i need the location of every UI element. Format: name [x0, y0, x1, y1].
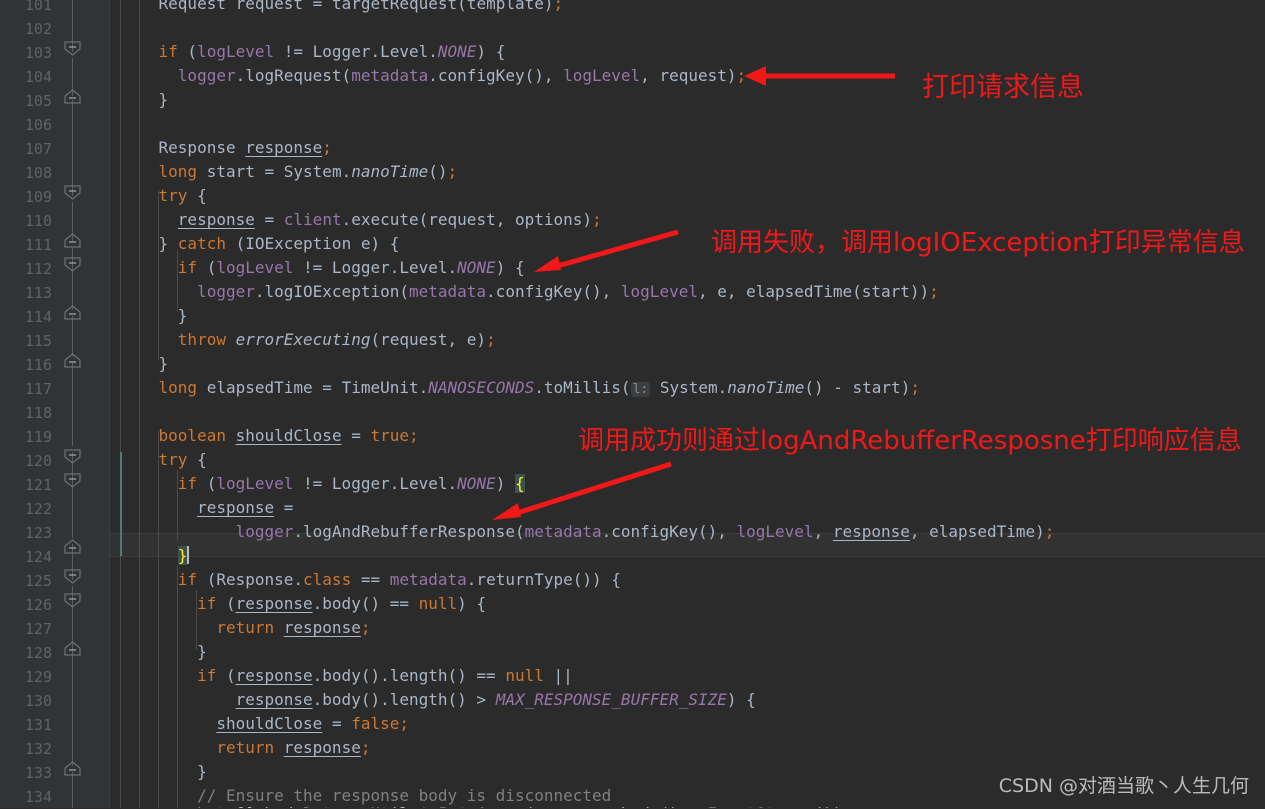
code-line[interactable]: if (response.body().length() == null || [110, 664, 1265, 688]
code-line[interactable]: logger.logIOException(metadata.configKey… [110, 280, 1265, 304]
line-number: 105 [24, 92, 52, 110]
line-number: 114 [24, 308, 52, 326]
code-line[interactable]: if (Response.class == metadata.returnTyp… [110, 568, 1265, 592]
line-number: 128 [24, 644, 52, 662]
code-line[interactable] [110, 16, 1265, 40]
fold-collapse-icon[interactable] [64, 185, 81, 200]
fold-collapse-icon[interactable] [64, 569, 81, 584]
code-line[interactable]: long start = System.nanoTime(); [110, 160, 1265, 184]
line-number: 107 [24, 140, 52, 158]
code-line[interactable]: response = [110, 496, 1265, 520]
matching-brace-highlight: } [177, 546, 188, 565]
code-fold-rail [72, 586, 73, 766]
code-line[interactable]: if (logLevel != Logger.Level.NONE) { [110, 40, 1265, 64]
line-number: 113 [24, 284, 52, 302]
line-number: 112 [24, 260, 52, 278]
annotation-text-2: 调用失败，调用logIOException打印异常信息 [711, 228, 1245, 258]
fold-collapse-icon[interactable] [64, 257, 81, 272]
line-number: 120 [24, 452, 52, 470]
line-number: 132 [24, 740, 52, 758]
line-number: 111 [24, 236, 52, 254]
annotation-text-3: 调用成功则通过logAndRebufferResposne打印响应信息 [578, 426, 1242, 456]
line-number: 118 [24, 404, 52, 422]
fold-end-icon[interactable] [64, 305, 81, 320]
line-number: 106 [24, 116, 52, 134]
fold-end-icon[interactable] [64, 89, 81, 104]
code-line[interactable]: return response; [110, 736, 1265, 760]
code-line[interactable]: response.body().length() > MAX_RESPONSE_… [110, 688, 1265, 712]
line-number: 122 [24, 500, 52, 518]
code-editor-screenshot: 101 102 103 104 105 106 107 108 109 110 … [0, 0, 1265, 808]
code-fold-rail [72, 316, 73, 356]
code-line[interactable]: try { [110, 184, 1265, 208]
code-line[interactable]: logger.logRequest(metadata.configKey(), … [110, 64, 1265, 88]
matching-brace-highlight: { [514, 474, 525, 493]
line-number: 108 [24, 164, 52, 182]
line-number: 134 [24, 788, 52, 806]
code-line[interactable]: return response; [110, 616, 1265, 640]
code-line[interactable]: if (response.body() == null) { [110, 592, 1265, 616]
fold-collapse-icon[interactable] [64, 593, 81, 608]
line-number: 101 [24, 0, 52, 14]
fold-end-icon[interactable] [64, 353, 81, 368]
code-line[interactable]: long elapsedTime = TimeUnit.NANOSECONDS.… [110, 376, 1265, 400]
fold-collapse-icon[interactable] [64, 449, 81, 464]
code-line[interactable]: } [110, 640, 1265, 664]
line-number: 130 [24, 692, 52, 710]
line-number: 102 [24, 20, 52, 38]
code-line[interactable]: } [110, 544, 1265, 568]
code-line[interactable]: logger.logAndRebufferResponse(metadata.c… [110, 520, 1265, 544]
line-number: 116 [24, 356, 52, 374]
code-fold-rail [72, 452, 73, 538]
csdn-watermark: CSDN @对酒当歌丶人生几何 [998, 775, 1249, 797]
fold-end-icon[interactable] [64, 233, 81, 248]
line-number: 125 [24, 572, 52, 590]
code-line[interactable]: } [110, 352, 1265, 376]
line-number: 109 [24, 188, 52, 206]
line-number: 129 [24, 668, 52, 686]
line-number: 124 [24, 548, 52, 566]
code-line[interactable]: if (logLevel != Logger.Level.NONE) { [110, 256, 1265, 280]
line-number: 104 [24, 68, 52, 86]
line-number: 117 [24, 380, 52, 398]
line-number: 121 [24, 476, 52, 494]
code-line[interactable]: } [110, 304, 1265, 328]
active-indent-guide [120, 452, 122, 556]
line-number: 133 [24, 764, 52, 782]
line-number: 115 [24, 332, 52, 350]
line-number: 103 [24, 44, 52, 62]
code-line[interactable]: throw errorExecuting(request, e); [110, 328, 1265, 352]
line-number: 123 [24, 524, 52, 542]
fold-end-icon[interactable] [64, 539, 81, 554]
code-line[interactable]: } [110, 88, 1265, 112]
inlay-hint: l: [630, 382, 651, 397]
code-line[interactable]: Request request = targetRequest(template… [110, 0, 1265, 16]
line-number: 131 [24, 716, 52, 734]
line-number: 119 [24, 428, 52, 446]
code-line[interactable]: byte[] bodyData = Util.toByteArray(respo… [110, 802, 1265, 808]
code-content-area[interactable]: Request request = targetRequest(template… [110, 0, 1265, 808]
line-number: 126 [24, 596, 52, 614]
code-fold-rail [72, 362, 73, 446]
code-fold-rail [72, 100, 73, 196]
annotation-text-1: 打印请求信息 [922, 72, 1084, 103]
code-line[interactable]: if (logLevel != Logger.Level.NONE) { [110, 472, 1265, 496]
code-line[interactable] [110, 112, 1265, 136]
fold-collapse-icon[interactable] [64, 41, 81, 56]
fold-collapse-icon[interactable] [64, 473, 81, 488]
code-fold-rail [72, 772, 73, 808]
fold-end-icon[interactable] [64, 761, 81, 776]
code-line[interactable]: Response response; [110, 136, 1265, 160]
code-line[interactable]: shouldClose = false; [110, 712, 1265, 736]
text-caret [187, 546, 190, 564]
line-number: 127 [24, 620, 52, 638]
fold-end-icon[interactable] [64, 641, 81, 656]
line-number: 110 [24, 212, 52, 230]
